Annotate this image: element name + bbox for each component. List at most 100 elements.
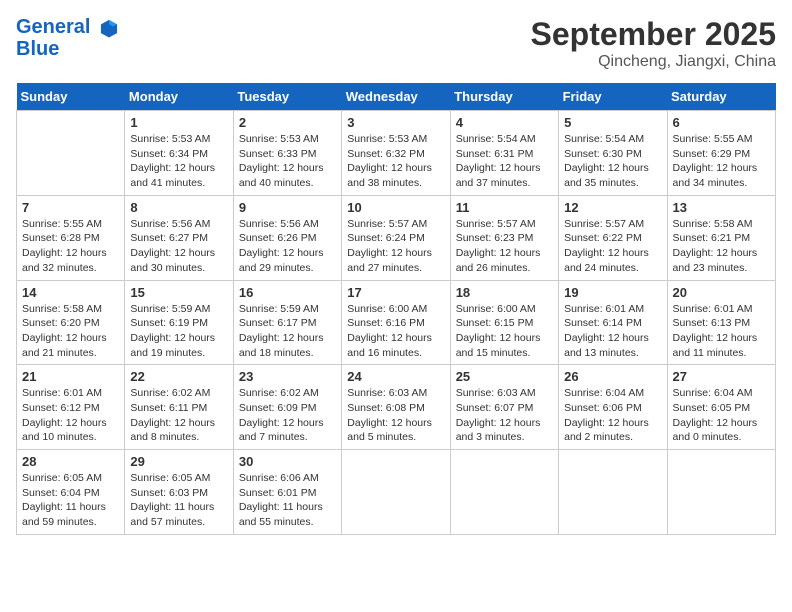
- calendar-cell: 7 Sunrise: 5:55 AMSunset: 6:28 PMDaylight…: [17, 195, 125, 280]
- day-info: Sunrise: 6:00 AMSunset: 6:15 PMDaylight:…: [456, 302, 553, 361]
- calendar-cell: 26Sunrise: 6:04 AMSunset: 6:06 PMDayligh…: [559, 365, 667, 450]
- day-info: Sunrise: 6:02 AMSunset: 6:11 PMDaylight:…: [130, 386, 227, 445]
- calendar-cell: 6 Sunrise: 5:55 AMSunset: 6:29 PMDaylight…: [667, 111, 775, 196]
- day-info: Sunrise: 6:04 AMSunset: 6:05 PMDaylight:…: [673, 386, 770, 445]
- day-info: Sunrise: 6:06 AMSunset: 6:01 PMDaylight:…: [239, 471, 336, 530]
- calendar-cell: 5 Sunrise: 5:54 AMSunset: 6:30 PMDaylight…: [559, 111, 667, 196]
- day-info: Sunrise: 5:54 AMSunset: 6:31 PMDaylight:…: [456, 132, 553, 191]
- calendar-table: Sunday Monday Tuesday Wednesday Thursday…: [16, 83, 776, 535]
- calendar-cell: 11Sunrise: 5:57 AMSunset: 6:23 PMDayligh…: [450, 195, 558, 280]
- calendar-cell: [450, 450, 558, 535]
- day-number: 17: [347, 285, 444, 300]
- day-number: 27: [673, 369, 770, 384]
- calendar-header: Sunday Monday Tuesday Wednesday Thursday…: [17, 83, 776, 111]
- day-number: 24: [347, 369, 444, 384]
- day-number: 21: [22, 369, 119, 384]
- day-number: 14: [22, 285, 119, 300]
- col-monday: Monday: [125, 83, 233, 111]
- day-number: 16: [239, 285, 336, 300]
- week-row-5: 28 Sunrise: 6:05 AMSunset: 6:04 PMDayligh…: [17, 450, 776, 535]
- week-row-4: 21Sunrise: 6:01 AMSunset: 6:12 PMDayligh…: [17, 365, 776, 450]
- day-info: Sunrise: 5:54 AMSunset: 6:30 PMDaylight:…: [564, 132, 661, 191]
- day-info: Sunrise: 6:04 AMSunset: 6:06 PMDaylight:…: [564, 386, 661, 445]
- calendar-cell: 23Sunrise: 6:02 AMSunset: 6:09 PMDayligh…: [233, 365, 341, 450]
- day-number: 18: [456, 285, 553, 300]
- day-number: 28: [22, 454, 119, 469]
- day-number: 13: [673, 200, 770, 215]
- calendar-cell: 30 Sunrise: 6:06 AMSunset: 6:01 PMDayligh…: [233, 450, 341, 535]
- day-number: 5: [564, 115, 661, 130]
- week-row-1: 1 Sunrise: 5:53 AMSunset: 6:34 PMDaylight…: [17, 111, 776, 196]
- day-info: Sunrise: 5:58 AMSunset: 6:20 PMDaylight:…: [22, 302, 119, 361]
- page-header: General Blue September 2025 Qincheng, Ji…: [16, 16, 776, 71]
- calendar-cell: 12Sunrise: 5:57 AMSunset: 6:22 PMDayligh…: [559, 195, 667, 280]
- logo-general: General: [16, 16, 90, 38]
- day-number: 25: [456, 369, 553, 384]
- col-saturday: Saturday: [667, 83, 775, 111]
- calendar-cell: 8Sunrise: 5:56 AMSunset: 6:27 PMDaylight…: [125, 195, 233, 280]
- day-info: Sunrise: 6:00 AMSunset: 6:16 PMDaylight:…: [347, 302, 444, 361]
- day-info: Sunrise: 6:03 AMSunset: 6:08 PMDaylight:…: [347, 386, 444, 445]
- day-number: 6: [673, 115, 770, 130]
- calendar-cell: [667, 450, 775, 535]
- calendar-cell: 9 Sunrise: 5:56 AMSunset: 6:26 PMDaylight…: [233, 195, 341, 280]
- month-title: September 2025: [531, 16, 776, 53]
- day-info: Sunrise: 5:53 AMSunset: 6:33 PMDaylight:…: [239, 132, 336, 191]
- day-number: 7: [22, 200, 119, 215]
- day-number: 30: [239, 454, 336, 469]
- calendar-cell: 3 Sunrise: 5:53 AMSunset: 6:32 PMDaylight…: [342, 111, 450, 196]
- location-subtitle: Qincheng, Jiangxi, China: [531, 53, 776, 71]
- day-number: 1: [130, 115, 227, 130]
- day-number: 2: [239, 115, 336, 130]
- calendar-cell: 25 Sunrise: 6:03 AMSunset: 6:07 PMDayligh…: [450, 365, 558, 450]
- calendar-cell: 24 Sunrise: 6:03 AMSunset: 6:08 PMDayligh…: [342, 365, 450, 450]
- calendar-cell: 17 Sunrise: 6:00 AMSunset: 6:16 PMDayligh…: [342, 280, 450, 365]
- calendar-cell: 1 Sunrise: 5:53 AMSunset: 6:34 PMDaylight…: [125, 111, 233, 196]
- day-info: Sunrise: 5:53 AMSunset: 6:32 PMDaylight:…: [347, 132, 444, 191]
- day-info: Sunrise: 5:56 AMSunset: 6:27 PMDaylight:…: [130, 217, 227, 276]
- calendar-cell: 19 Sunrise: 6:01 AMSunset: 6:14 PMDayligh…: [559, 280, 667, 365]
- day-number: 10: [347, 200, 444, 215]
- calendar-cell: 15 Sunrise: 5:59 AMSunset: 6:19 PMDayligh…: [125, 280, 233, 365]
- calendar-cell: 18 Sunrise: 6:00 AMSunset: 6:15 PMDayligh…: [450, 280, 558, 365]
- calendar-cell: 27 Sunrise: 6:04 AMSunset: 6:05 PMDayligh…: [667, 365, 775, 450]
- day-number: 4: [456, 115, 553, 130]
- col-friday: Friday: [559, 83, 667, 111]
- col-wednesday: Wednesday: [342, 83, 450, 111]
- calendar-cell: 16 Sunrise: 5:59 AMSunset: 6:17 PMDayligh…: [233, 280, 341, 365]
- day-number: 23: [239, 369, 336, 384]
- day-info: Sunrise: 5:53 AMSunset: 6:34 PMDaylight:…: [130, 132, 227, 191]
- calendar-cell: 29Sunrise: 6:05 AMSunset: 6:03 PMDayligh…: [125, 450, 233, 535]
- day-info: Sunrise: 5:59 AMSunset: 6:19 PMDaylight:…: [130, 302, 227, 361]
- calendar-cell: 4 Sunrise: 5:54 AMSunset: 6:31 PMDaylight…: [450, 111, 558, 196]
- day-number: 15: [130, 285, 227, 300]
- calendar-cell: 22 Sunrise: 6:02 AMSunset: 6:11 PMDayligh…: [125, 365, 233, 450]
- week-row-2: 7 Sunrise: 5:55 AMSunset: 6:28 PMDaylight…: [17, 195, 776, 280]
- day-info: Sunrise: 5:57 AMSunset: 6:23 PMDaylight:…: [456, 217, 553, 276]
- day-number: 9: [239, 200, 336, 215]
- day-number: 22: [130, 369, 227, 384]
- day-info: Sunrise: 5:58 AMSunset: 6:21 PMDaylight:…: [673, 217, 770, 276]
- header-row: Sunday Monday Tuesday Wednesday Thursday…: [17, 83, 776, 111]
- day-info: Sunrise: 5:55 AMSunset: 6:29 PMDaylight:…: [673, 132, 770, 191]
- day-info: Sunrise: 5:57 AMSunset: 6:24 PMDaylight:…: [347, 217, 444, 276]
- day-info: Sunrise: 6:05 AMSunset: 6:04 PMDaylight:…: [22, 471, 119, 530]
- day-info: Sunrise: 6:01 AMSunset: 6:14 PMDaylight:…: [564, 302, 661, 361]
- day-info: Sunrise: 5:56 AMSunset: 6:26 PMDaylight:…: [239, 217, 336, 276]
- calendar-cell: 13 Sunrise: 5:58 AMSunset: 6:21 PMDayligh…: [667, 195, 775, 280]
- day-info: Sunrise: 5:59 AMSunset: 6:17 PMDaylight:…: [239, 302, 336, 361]
- week-row-3: 14 Sunrise: 5:58 AMSunset: 6:20 PMDayligh…: [17, 280, 776, 365]
- day-number: 3: [347, 115, 444, 130]
- col-thursday: Thursday: [450, 83, 558, 111]
- day-info: Sunrise: 5:55 AMSunset: 6:28 PMDaylight:…: [22, 217, 119, 276]
- calendar-cell: 21Sunrise: 6:01 AMSunset: 6:12 PMDayligh…: [17, 365, 125, 450]
- calendar-cell: [17, 111, 125, 196]
- calendar-cell: 14 Sunrise: 5:58 AMSunset: 6:20 PMDayligh…: [17, 280, 125, 365]
- day-info: Sunrise: 6:03 AMSunset: 6:07 PMDaylight:…: [456, 386, 553, 445]
- calendar-cell: 10 Sunrise: 5:57 AMSunset: 6:24 PMDayligh…: [342, 195, 450, 280]
- calendar-cell: 20Sunrise: 6:01 AMSunset: 6:13 PMDayligh…: [667, 280, 775, 365]
- day-number: 20: [673, 285, 770, 300]
- day-info: Sunrise: 6:05 AMSunset: 6:03 PMDaylight:…: [130, 471, 227, 530]
- logo-blue: Blue: [16, 39, 120, 59]
- day-number: 19: [564, 285, 661, 300]
